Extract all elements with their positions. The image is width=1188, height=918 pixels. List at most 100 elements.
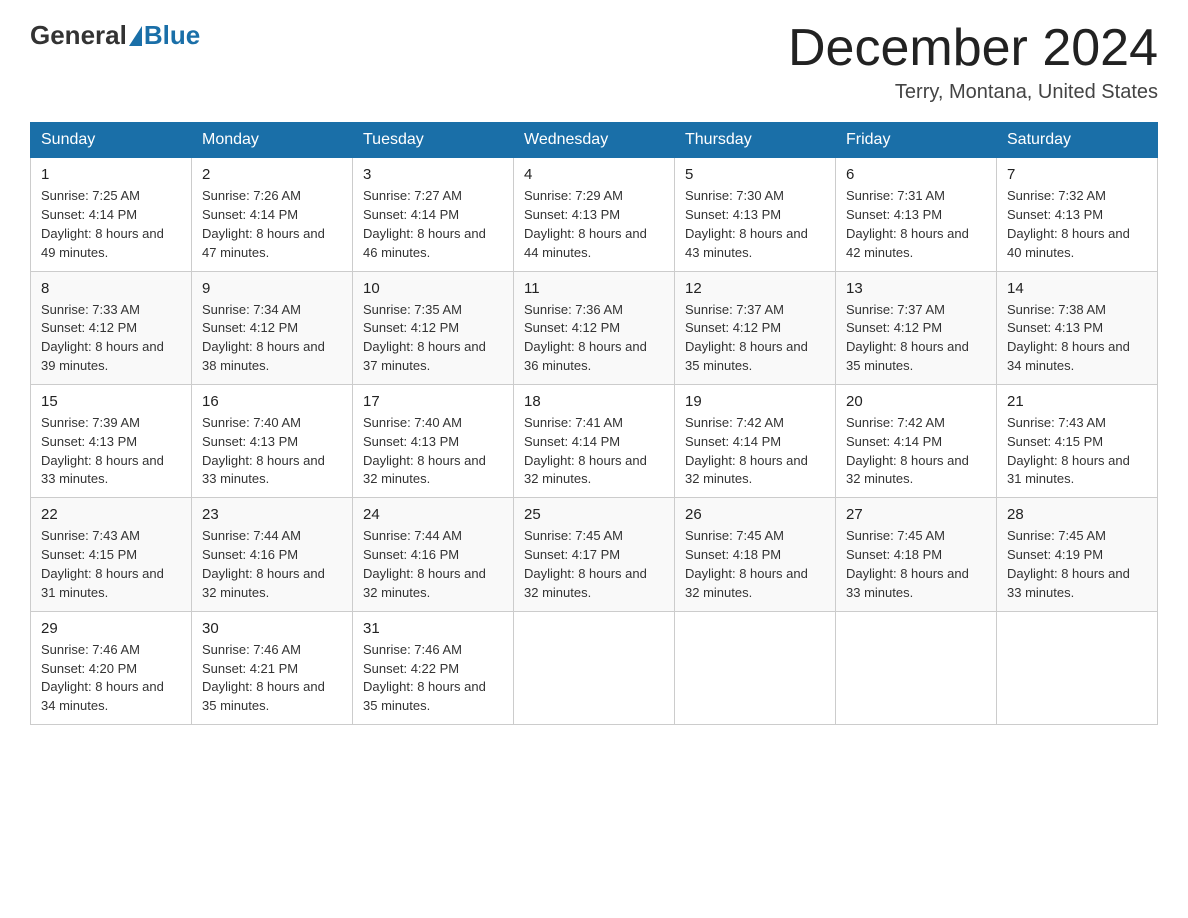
- logo-area: General Blue: [30, 20, 200, 51]
- day-number: 24: [363, 506, 503, 523]
- calendar-cell: 5 Sunrise: 7:30 AMSunset: 4:13 PMDaylight…: [675, 158, 836, 271]
- calendar-cell: 3Sunrise: 7:27 AMSunset: 4:14 PMDaylight…: [353, 158, 514, 271]
- calendar-cell: 15Sunrise: 7:39 AMSunset: 4:13 PMDayligh…: [31, 384, 192, 497]
- title-area: December 2024 Terry, Montana, United Sta…: [788, 20, 1158, 104]
- day-info: Sunrise: 7:45 AMSunset: 4:18 PMDaylight:…: [685, 527, 825, 602]
- day-number: 10: [363, 280, 503, 297]
- calendar-cell: 19 Sunrise: 7:42 AMSunset: 4:14 PMDayligh…: [675, 384, 836, 497]
- calendar-cell: 8 Sunrise: 7:33 AMSunset: 4:12 PMDaylight…: [31, 271, 192, 384]
- calendar-cell: 30Sunrise: 7:46 AMSunset: 4:21 PMDayligh…: [192, 611, 353, 724]
- day-info: Sunrise: 7:45 AMSunset: 4:18 PMDaylight:…: [846, 527, 986, 602]
- calendar-cell: 14 Sunrise: 7:38 AMSunset: 4:13 PMDayligh…: [997, 271, 1158, 384]
- month-title: December 2024: [788, 20, 1158, 77]
- day-number: 12: [685, 280, 825, 297]
- calendar-cell: 9Sunrise: 7:34 AMSunset: 4:12 PMDaylight…: [192, 271, 353, 384]
- day-number: 21: [1007, 393, 1147, 410]
- calendar-week-row: 1 Sunrise: 7:25 AMSunset: 4:14 PMDaylight…: [31, 158, 1158, 271]
- page-header: General Blue December 2024 Terry, Montan…: [30, 20, 1158, 104]
- calendar-cell: 18 Sunrise: 7:41 AMSunset: 4:14 PMDayligh…: [514, 384, 675, 497]
- day-number: 19: [685, 393, 825, 410]
- day-info: Sunrise: 7:30 AMSunset: 4:13 PMDaylight:…: [685, 187, 825, 262]
- day-info: Sunrise: 7:45 AMSunset: 4:19 PMDaylight:…: [1007, 527, 1147, 602]
- location-title: Terry, Montana, United States: [788, 81, 1158, 104]
- calendar-week-row: 22Sunrise: 7:43 AMSunset: 4:15 PMDayligh…: [31, 498, 1158, 611]
- day-info: Sunrise: 7:46 AMSunset: 4:21 PMDaylight:…: [202, 641, 342, 716]
- day-info: Sunrise: 7:46 AMSunset: 4:22 PMDaylight:…: [363, 641, 503, 716]
- day-info: Sunrise: 7:45 AMSunset: 4:17 PMDaylight:…: [524, 527, 664, 602]
- calendar-cell: 10Sunrise: 7:35 AMSunset: 4:12 PMDayligh…: [353, 271, 514, 384]
- calendar-cell: [836, 611, 997, 724]
- calendar-cell: 13 Sunrise: 7:37 AMSunset: 4:12 PMDayligh…: [836, 271, 997, 384]
- day-number: 31: [363, 620, 503, 637]
- day-number: 23: [202, 506, 342, 523]
- day-number: 6: [846, 166, 986, 183]
- header-thursday: Thursday: [675, 123, 836, 158]
- day-number: 25: [524, 506, 664, 523]
- day-info: Sunrise: 7:38 AMSunset: 4:13 PMDaylight:…: [1007, 301, 1147, 376]
- calendar-cell: [675, 611, 836, 724]
- calendar-table: Sunday Monday Tuesday Wednesday Thursday…: [30, 122, 1158, 725]
- header-saturday: Saturday: [997, 123, 1158, 158]
- day-number: 11: [524, 280, 664, 297]
- day-info: Sunrise: 7:46 AMSunset: 4:20 PMDaylight:…: [41, 641, 181, 716]
- day-number: 13: [846, 280, 986, 297]
- day-number: 16: [202, 393, 342, 410]
- calendar-cell: 24Sunrise: 7:44 AMSunset: 4:16 PMDayligh…: [353, 498, 514, 611]
- day-number: 1: [41, 166, 181, 183]
- calendar-cell: 31 Sunrise: 7:46 AMSunset: 4:22 PMDayligh…: [353, 611, 514, 724]
- day-info: Sunrise: 7:37 AMSunset: 4:12 PMDaylight:…: [846, 301, 986, 376]
- calendar-cell: [514, 611, 675, 724]
- day-number: 14: [1007, 280, 1147, 297]
- calendar-cell: 20Sunrise: 7:42 AMSunset: 4:14 PMDayligh…: [836, 384, 997, 497]
- calendar-cell: 17 Sunrise: 7:40 AMSunset: 4:13 PMDayligh…: [353, 384, 514, 497]
- day-number: 2: [202, 166, 342, 183]
- calendar-cell: 2 Sunrise: 7:26 AMSunset: 4:14 PMDaylight…: [192, 158, 353, 271]
- day-number: 22: [41, 506, 181, 523]
- calendar-cell: 16Sunrise: 7:40 AMSunset: 4:13 PMDayligh…: [192, 384, 353, 497]
- day-number: 29: [41, 620, 181, 637]
- day-info: Sunrise: 7:42 AMSunset: 4:14 PMDaylight:…: [685, 414, 825, 489]
- day-info: Sunrise: 7:25 AMSunset: 4:14 PMDaylight:…: [41, 187, 181, 262]
- day-info: Sunrise: 7:43 AMSunset: 4:15 PMDaylight:…: [1007, 414, 1147, 489]
- day-number: 8: [41, 280, 181, 297]
- day-info: Sunrise: 7:44 AMSunset: 4:16 PMDaylight:…: [202, 527, 342, 602]
- day-info: Sunrise: 7:29 AMSunset: 4:13 PMDaylight:…: [524, 187, 664, 262]
- calendar-cell: 21 Sunrise: 7:43 AMSunset: 4:15 PMDayligh…: [997, 384, 1158, 497]
- calendar-week-row: 15Sunrise: 7:39 AMSunset: 4:13 PMDayligh…: [31, 384, 1158, 497]
- calendar-cell: 11Sunrise: 7:36 AMSunset: 4:12 PMDayligh…: [514, 271, 675, 384]
- calendar-cell: 25 Sunrise: 7:45 AMSunset: 4:17 PMDayligh…: [514, 498, 675, 611]
- header-sunday: Sunday: [31, 123, 192, 158]
- calendar-cell: 26 Sunrise: 7:45 AMSunset: 4:18 PMDayligh…: [675, 498, 836, 611]
- day-number: 3: [363, 166, 503, 183]
- logo-triangle-icon: [129, 26, 142, 46]
- calendar-cell: 22Sunrise: 7:43 AMSunset: 4:15 PMDayligh…: [31, 498, 192, 611]
- day-info: Sunrise: 7:40 AMSunset: 4:13 PMDaylight:…: [363, 414, 503, 489]
- day-number: 26: [685, 506, 825, 523]
- day-info: Sunrise: 7:32 AMSunset: 4:13 PMDaylight:…: [1007, 187, 1147, 262]
- header-friday: Friday: [836, 123, 997, 158]
- calendar-cell: 1 Sunrise: 7:25 AMSunset: 4:14 PMDaylight…: [31, 158, 192, 271]
- day-info: Sunrise: 7:41 AMSunset: 4:14 PMDaylight:…: [524, 414, 664, 489]
- day-number: 4: [524, 166, 664, 183]
- logo: General Blue: [30, 20, 200, 51]
- day-info: Sunrise: 7:42 AMSunset: 4:14 PMDaylight:…: [846, 414, 986, 489]
- header-monday: Monday: [192, 123, 353, 158]
- calendar-week-row: 8 Sunrise: 7:33 AMSunset: 4:12 PMDaylight…: [31, 271, 1158, 384]
- day-number: 7: [1007, 166, 1147, 183]
- calendar-cell: 29 Sunrise: 7:46 AMSunset: 4:20 PMDayligh…: [31, 611, 192, 724]
- day-number: 5: [685, 166, 825, 183]
- day-number: 17: [363, 393, 503, 410]
- day-info: Sunrise: 7:26 AMSunset: 4:14 PMDaylight:…: [202, 187, 342, 262]
- calendar-cell: 27Sunrise: 7:45 AMSunset: 4:18 PMDayligh…: [836, 498, 997, 611]
- day-info: Sunrise: 7:39 AMSunset: 4:13 PMDaylight:…: [41, 414, 181, 489]
- calendar-cell: [997, 611, 1158, 724]
- day-info: Sunrise: 7:37 AMSunset: 4:12 PMDaylight:…: [685, 301, 825, 376]
- day-info: Sunrise: 7:34 AMSunset: 4:12 PMDaylight:…: [202, 301, 342, 376]
- logo-blue-text: Blue: [144, 20, 200, 51]
- calendar-cell: 6Sunrise: 7:31 AMSunset: 4:13 PMDaylight…: [836, 158, 997, 271]
- day-info: Sunrise: 7:33 AMSunset: 4:12 PMDaylight:…: [41, 301, 181, 376]
- calendar-cell: 4 Sunrise: 7:29 AMSunset: 4:13 PMDaylight…: [514, 158, 675, 271]
- calendar-cell: 7 Sunrise: 7:32 AMSunset: 4:13 PMDaylight…: [997, 158, 1158, 271]
- calendar-week-row: 29 Sunrise: 7:46 AMSunset: 4:20 PMDayligh…: [31, 611, 1158, 724]
- day-number: 18: [524, 393, 664, 410]
